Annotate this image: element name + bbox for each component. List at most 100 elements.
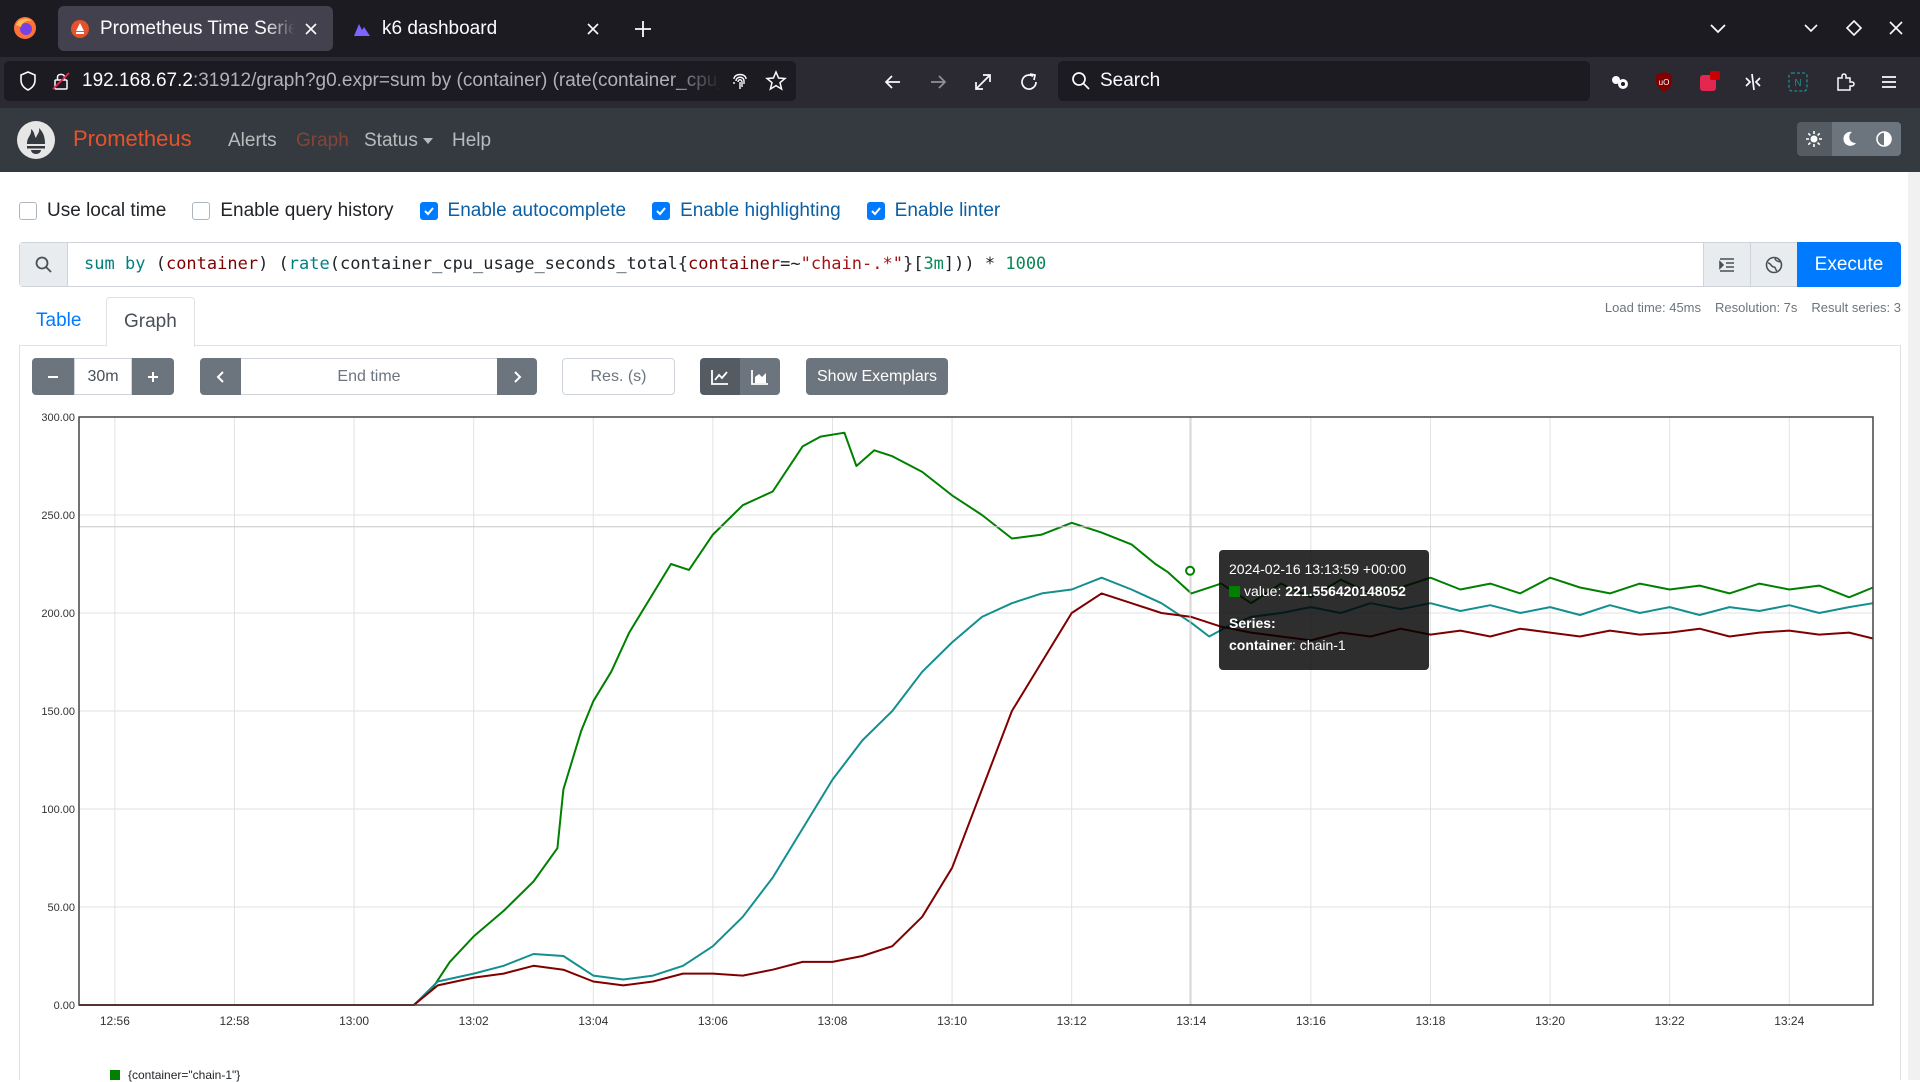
back-arrow-icon[interactable] [880,69,906,95]
range-increase-button[interactable] [132,358,174,395]
legend-swatch [110,1070,120,1080]
end-time-back-button[interactable] [200,358,241,395]
new-tab-icon[interactable] [630,16,656,42]
auto-theme-button[interactable] [1866,122,1901,156]
fullscreen-icon[interactable] [970,69,996,95]
tooltip-spacer [1229,602,1419,612]
close-tab-icon[interactable] [301,19,321,39]
nav-status-label: Status [364,130,418,151]
dark-theme-button[interactable] [1831,122,1867,156]
checkbox-enable-query-history[interactable] [192,202,211,220]
query-token: (container_cpu_usage_seconds_total{ [329,254,688,274]
query-options: Use local time Enable query history Enab… [19,197,1026,225]
format-expression-button[interactable] [1703,243,1750,286]
query-token: "chain-.*" [800,254,903,274]
option-enable-autocomplete[interactable]: Enable autocomplete [419,200,626,222]
execute-button[interactable]: Execute [1797,242,1901,287]
tab-title: k6 dashboard [382,17,498,39]
query-token: container [687,254,781,274]
x-tick-label: 13:12 [1057,1014,1087,1028]
nav-alerts[interactable]: Alerts [228,130,277,152]
x-tick-label: 13:14 [1176,1014,1206,1028]
expression-search-icon-box [20,243,68,286]
browser-tab-k6[interactable]: k6 dashboard [340,6,615,51]
x-tick-label: 13:22 [1655,1014,1685,1028]
checkbox-enable-highlighting[interactable] [652,202,671,220]
x-tick-label: 13:16 [1296,1014,1326,1028]
range-input[interactable]: 30m [74,358,132,395]
option-use-local-time[interactable]: Use local time [19,200,166,222]
line-chart-button[interactable] [700,358,740,395]
half-circle-icon [1875,131,1892,147]
show-exemplars-button[interactable]: Show Exemplars [806,358,949,395]
stacked-chart-button[interactable] [740,358,780,395]
close-window-icon[interactable] [1884,16,1908,40]
nav-graph[interactable]: Graph [296,130,349,152]
checkbox-enable-autocomplete[interactable] [419,202,438,220]
red-extension-icon[interactable] [1696,69,1722,95]
option-label: Use local time [47,200,167,221]
extensions-puzzle-icon[interactable] [1832,69,1858,95]
range-decrease-button[interactable] [32,358,74,395]
extension-circles-icon[interactable] [1607,69,1633,95]
forward-arrow-icon[interactable] [925,69,951,95]
light-theme-button[interactable] [1797,122,1832,156]
theme-toggle-group [1797,122,1901,156]
range-control: 30m [32,358,174,395]
close-tab-icon[interactable] [583,19,603,39]
nav-help[interactable]: Help [452,130,491,152]
expression-input-group: sum by (container) (rate(container_cpu_u… [19,242,1901,287]
reload-icon[interactable] [1016,69,1042,95]
nav-status-dropdown[interactable]: Status [364,130,433,152]
option-enable-query-history[interactable]: Enable query history [192,200,394,222]
ublock-origin-icon[interactable]: uO [1651,69,1677,95]
series-line [79,592,1874,1006]
tab-graph[interactable]: Graph [106,297,195,347]
option-label: Enable highlighting [680,200,841,221]
expression-input[interactable]: sum by (container) (rate(container_cpu_u… [68,243,1703,286]
area-chart-icon [751,369,768,385]
tooltip-series-key: container [1229,637,1293,653]
minimize-icon[interactable] [1799,16,1823,40]
chevron-right-icon [514,370,522,383]
insecure-lock-icon[interactable] [50,70,72,92]
search-icon [35,256,52,273]
metrics-explorer-button[interactable] [1750,243,1797,286]
tracking-protection-shield-icon[interactable] [16,69,40,93]
end-time-input[interactable]: End time [241,358,497,395]
nuxt-devtools-icon[interactable]: N [1785,69,1811,95]
tooltip-series-value: : chain-1 [1292,637,1346,653]
tooltip-time: 2024-02-16 13:13:59 +00:00 [1229,561,1407,577]
end-time-forward-button[interactable] [497,358,537,395]
check-icon [870,207,881,216]
tooltip-series-label: Series: [1229,615,1276,631]
tooltip-series-row: container: chain-1 [1229,634,1419,656]
result-series: Result series: 3 [1811,300,1901,315]
browser-tab-prometheus[interactable]: Prometheus Time Series Collection [58,6,333,51]
bookmark-star-icon[interactable] [764,69,788,93]
list-all-tabs-icon[interactable] [1706,16,1730,40]
option-enable-highlighting[interactable]: Enable highlighting [652,200,841,222]
url-text[interactable]: 192.168.67.2:31912/graph?g0.expr=sum by … [82,70,722,92]
fingerprint-icon[interactable] [728,69,752,93]
dev-extension-icon[interactable] [1740,69,1766,95]
cpu-usage-graph[interactable]: 12:56 12:58 13:00 13:02 13:04 13:06 13:08 13:10… [0,400,1920,1080]
search-bar[interactable]: Search [1058,61,1590,101]
tab-table[interactable]: Table [19,297,98,346]
page-scrollbar[interactable] [1908,172,1920,1080]
option-label: Enable linter [894,200,1001,221]
checkbox-use-local-time[interactable] [19,202,37,220]
hamburger-menu-icon[interactable] [1876,69,1902,95]
resolution-input[interactable]: Res. (s) [562,358,675,395]
maximize-icon[interactable] [1842,16,1866,40]
url-bar[interactable]: 192.168.67.2:31912/graph?g0.expr=sum by … [4,61,796,101]
prometheus-logo-icon[interactable] [16,120,56,160]
y-tick-label: 100.00 [41,804,75,816]
prometheus-brand[interactable]: Prometheus [73,126,192,152]
check-icon [423,207,434,216]
globe-icon [1765,256,1783,273]
firefox-logo-icon[interactable] [12,15,38,41]
checkbox-enable-linter[interactable] [866,202,885,220]
option-enable-linter[interactable]: Enable linter [866,200,1001,222]
y-tick-label: 300.00 [41,412,75,424]
